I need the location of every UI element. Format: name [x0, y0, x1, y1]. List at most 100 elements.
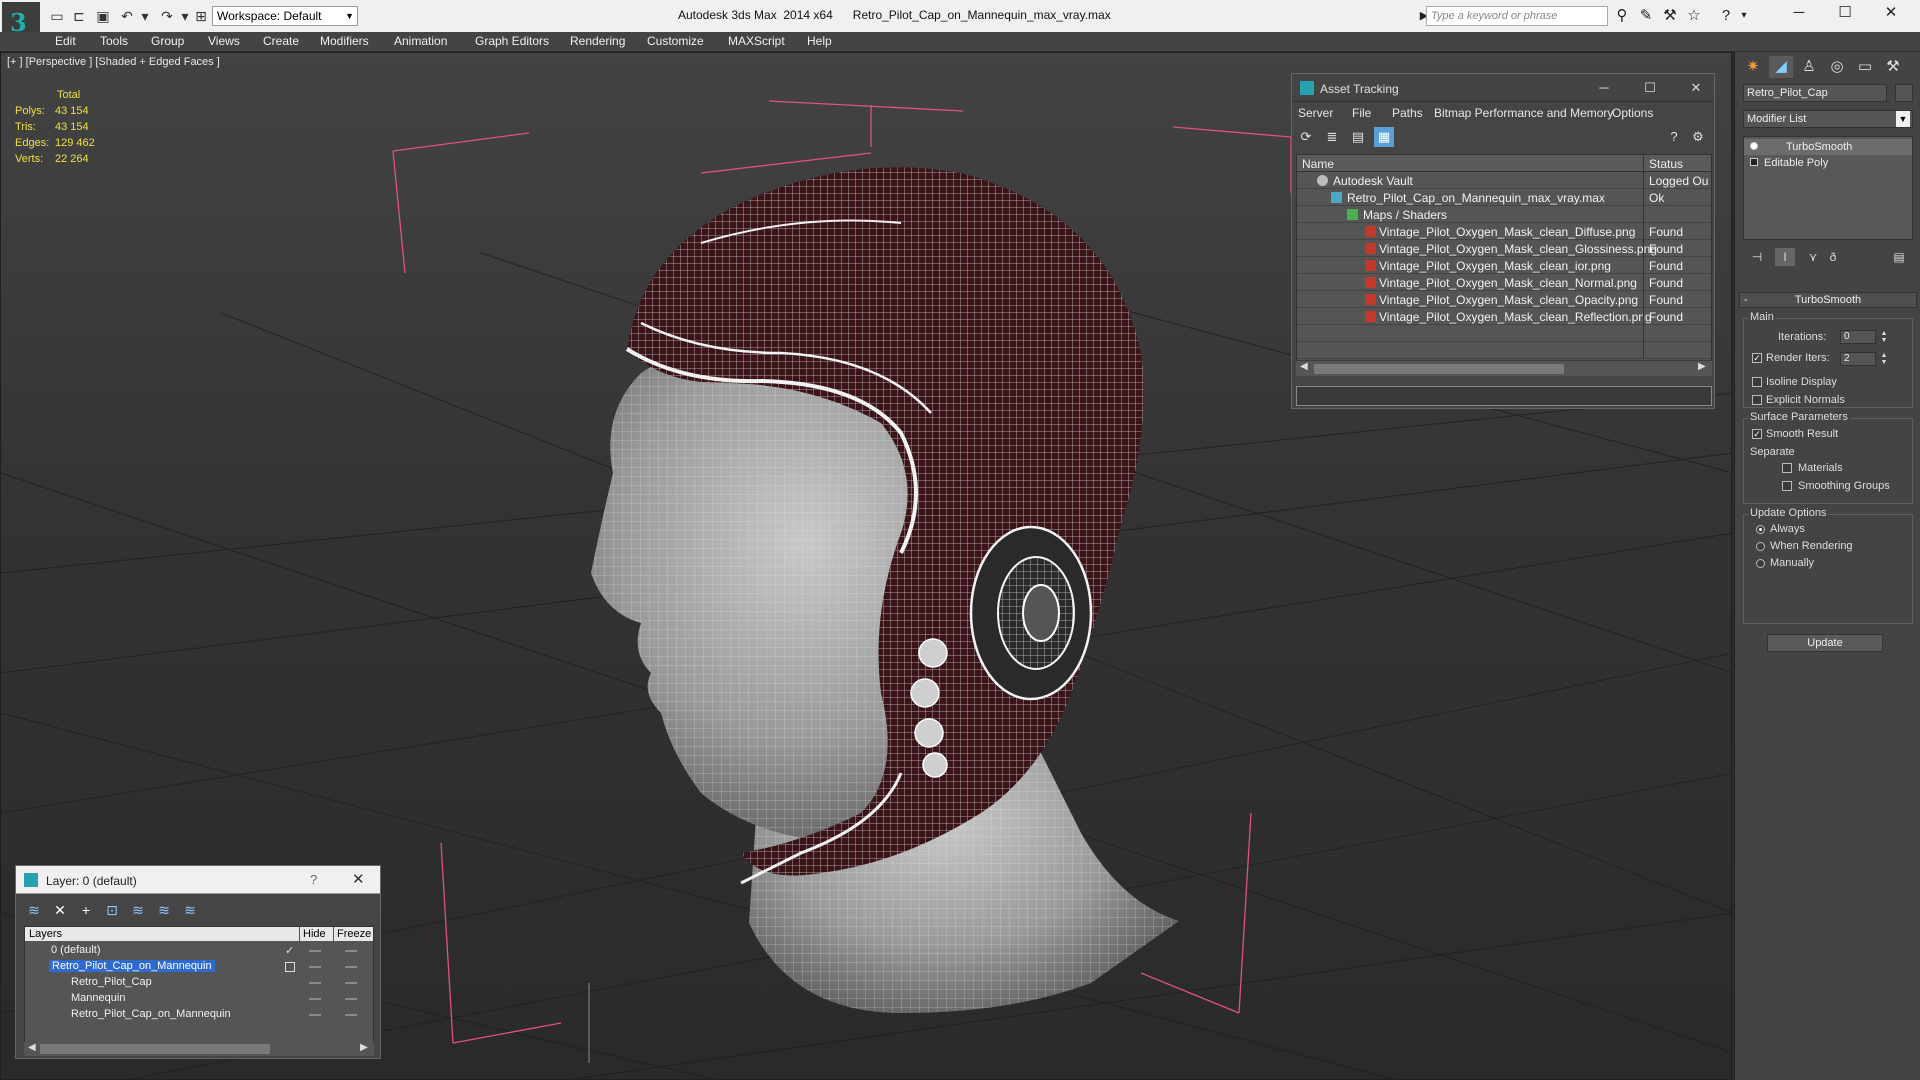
modifier-list-dropdown[interactable]: Modifier List ▼	[1743, 110, 1913, 128]
asset-row-maps-shaders[interactable]: Maps / Shaders	[1297, 206, 1711, 223]
table-view-icon[interactable]: ▦	[1374, 127, 1394, 147]
layer-row-object[interactable]: Retro_Pilot_Cap_on_Mannequin	[25, 1007, 373, 1023]
search-input[interactable]: Type a keyword or phrase	[1426, 6, 1608, 26]
freeze-toggle[interactable]	[345, 950, 357, 952]
smoothing-groups-checkbox[interactable]	[1782, 481, 1792, 491]
current-layer-checkbox[interactable]	[285, 962, 295, 972]
layer-row-object[interactable]: Mannequin	[25, 991, 373, 1007]
asset-menu-bitmap-performance[interactable]: Bitmap Performance and Memory	[1434, 106, 1613, 120]
scroll-left-icon[interactable]: ◀	[1300, 361, 1308, 372]
asset-row-texture[interactable]: Vintage_Pilot_Oxygen_Mask_clean_Glossine…	[1297, 240, 1711, 257]
menu-customize[interactable]: Customize	[647, 34, 704, 48]
layer-row-default[interactable]: 0 (default) ✓	[25, 943, 373, 959]
explicit-normals-checkbox[interactable]	[1752, 395, 1762, 405]
render-iters-spinner[interactable]: 2	[1840, 352, 1876, 366]
configure-modifier-sets-icon[interactable]: ▤	[1889, 248, 1909, 266]
layer-close-button[interactable]: ✕	[352, 870, 365, 888]
materials-checkbox[interactable]	[1782, 463, 1792, 473]
turbosmooth-rollout-header[interactable]: - TurboSmooth	[1739, 292, 1917, 308]
close-button[interactable]: ✕	[1868, 0, 1914, 26]
hide-toggle[interactable]	[309, 966, 321, 968]
asset-row-max-file[interactable]: Retro_Pilot_Cap_on_Mannequin_max_vray.ma…	[1297, 189, 1711, 206]
undo-icon[interactable]: ↶	[118, 7, 136, 25]
render-iters-spin-arrows-icon[interactable]: ▲ ▼	[1880, 352, 1888, 366]
save-file-icon[interactable]: ▣	[94, 7, 112, 25]
thumbnail-view-icon[interactable]: ▤	[1348, 127, 1368, 147]
asset-settings-icon[interactable]: ⚙	[1688, 127, 1708, 147]
hide-toggle[interactable]	[309, 950, 321, 952]
utilities-tab-icon[interactable]: ⚒	[1881, 56, 1905, 78]
hide-toggle[interactable]	[309, 1014, 321, 1016]
open-file-icon[interactable]: ⊏	[70, 7, 88, 25]
hide-toggle[interactable]	[309, 982, 321, 984]
minimize-button[interactable]: ─	[1776, 0, 1822, 26]
layer-manager-titlebar[interactable]: Layer: 0 (default) ? ✕	[16, 866, 380, 894]
hierarchy-tab-icon[interactable]: ♙	[1797, 56, 1821, 78]
asset-minimize-button[interactable]: ─	[1592, 78, 1616, 98]
menu-create[interactable]: Create	[263, 34, 299, 48]
layer-col-freeze[interactable]: Freeze	[337, 928, 371, 940]
menu-animation[interactable]: Animation	[394, 34, 447, 48]
bulb-icon[interactable]	[1750, 142, 1758, 150]
object-name-field[interactable]: Retro_Pilot_Cap	[1743, 84, 1887, 102]
freeze-toggle[interactable]	[345, 966, 357, 968]
asset-close-button[interactable]: ✕	[1684, 78, 1708, 98]
refresh-icon[interactable]: ⟳	[1296, 127, 1316, 147]
perspective-viewport[interactable]: [+ ] [Perspective ] [Shaded + Edged Face…	[0, 52, 1732, 1080]
binoculars-icon[interactable]: ⚲	[1612, 7, 1632, 25]
layer-col-layers[interactable]: Layers	[29, 928, 62, 940]
freeze-unfreeze-all-icon[interactable]: ≋	[180, 901, 200, 919]
highlight-selected-layer-icon[interactable]: ≋	[128, 901, 148, 919]
add-to-layer-icon[interactable]: +	[76, 901, 96, 919]
asset-path-field[interactable]	[1296, 386, 1712, 406]
new-file-icon[interactable]: ▭	[48, 7, 66, 25]
asset-row-texture[interactable]: Vintage_Pilot_Oxygen_Mask_clean_Normal.p…	[1297, 274, 1711, 291]
layer-help-button[interactable]: ?	[310, 872, 317, 887]
modify-tab-icon[interactable]: ◢	[1769, 56, 1793, 78]
freeze-toggle[interactable]	[345, 982, 357, 984]
asset-maximize-button[interactable]: ☐	[1638, 78, 1662, 98]
layer-row-retro-pilot-cap-on-mannequin[interactable]: Retro_Pilot_Cap_on_Mannequin	[25, 959, 373, 975]
viewport-label-menu[interactable]: [+ ] [Perspective ] [Shaded + Edged Face…	[7, 56, 220, 68]
isoline-display-checkbox[interactable]	[1752, 377, 1762, 387]
asset-row-vault[interactable]: Autodesk Vault Logged Ou	[1297, 172, 1711, 189]
help-dropdown-icon[interactable]: ▾	[1734, 7, 1754, 25]
stack-item-turbosmooth[interactable]: TurboSmooth	[1744, 139, 1912, 155]
redo-icon[interactable]: ↷	[158, 7, 176, 25]
asset-menu-options[interactable]: Options	[1612, 106, 1653, 120]
freeze-toggle[interactable]	[345, 1014, 357, 1016]
select-objects-in-layer-icon[interactable]: ⊡	[102, 901, 122, 919]
scroll-left-icon[interactable]: ◀	[28, 1042, 36, 1053]
asset-row-texture[interactable]: Vintage_Pilot_Oxygen_Mask_clean_ior.png …	[1297, 257, 1711, 274]
stack-item-editable-poly[interactable]: Editable Poly	[1744, 155, 1912, 171]
freeze-toggle[interactable]	[345, 998, 357, 1000]
asset-menu-file[interactable]: File	[1352, 106, 1371, 120]
hide-unhide-all-icon[interactable]: ≋	[154, 901, 174, 919]
scrollbar-thumb[interactable]	[40, 1044, 270, 1054]
asset-row-texture[interactable]: Vintage_Pilot_Oxygen_Mask_clean_Opacity.…	[1297, 291, 1711, 308]
asset-col-status[interactable]: Status	[1649, 157, 1683, 171]
asset-row-texture[interactable]: Vintage_Pilot_Oxygen_Mask_clean_Diffuse.…	[1297, 223, 1711, 240]
object-color-swatch[interactable]	[1895, 84, 1913, 102]
make-unique-icon[interactable]: ⋎	[1803, 248, 1823, 266]
undo-dropdown-icon[interactable]: ▾	[136, 7, 154, 25]
asset-tracking-titlebar[interactable]: Asset Tracking ─ ☐ ✕	[1292, 74, 1714, 102]
render-iters-checkbox[interactable]: ✓	[1752, 353, 1762, 363]
iterations-spin-arrows-icon[interactable]: ▲ ▼	[1880, 330, 1888, 344]
show-end-result-icon[interactable]: Ι	[1775, 248, 1795, 266]
create-tab-icon[interactable]: ✷	[1741, 56, 1765, 78]
when-rendering-radio[interactable]	[1756, 542, 1765, 551]
menu-group[interactable]: Group	[151, 34, 184, 48]
motion-tab-icon[interactable]: ◎	[1825, 56, 1849, 78]
asset-help-icon[interactable]: ?	[1664, 127, 1684, 147]
workspace-select[interactable]: Workspace: Default ▼	[212, 6, 358, 26]
menu-maxscript[interactable]: MAXScript	[728, 34, 785, 48]
current-layer-check-icon[interactable]: ✓	[285, 944, 294, 957]
scroll-right-icon[interactable]: ▶	[1698, 361, 1706, 372]
manually-radio[interactable]	[1756, 559, 1765, 568]
pin-stack-icon[interactable]: ⊣	[1747, 248, 1767, 266]
maximize-button[interactable]: ☐	[1822, 0, 1868, 26]
asset-menu-paths[interactable]: Paths	[1392, 106, 1423, 120]
layer-horizontal-scrollbar[interactable]: ◀ ▶	[24, 1042, 374, 1056]
favorites-star-icon[interactable]: ☆	[1684, 7, 1704, 25]
